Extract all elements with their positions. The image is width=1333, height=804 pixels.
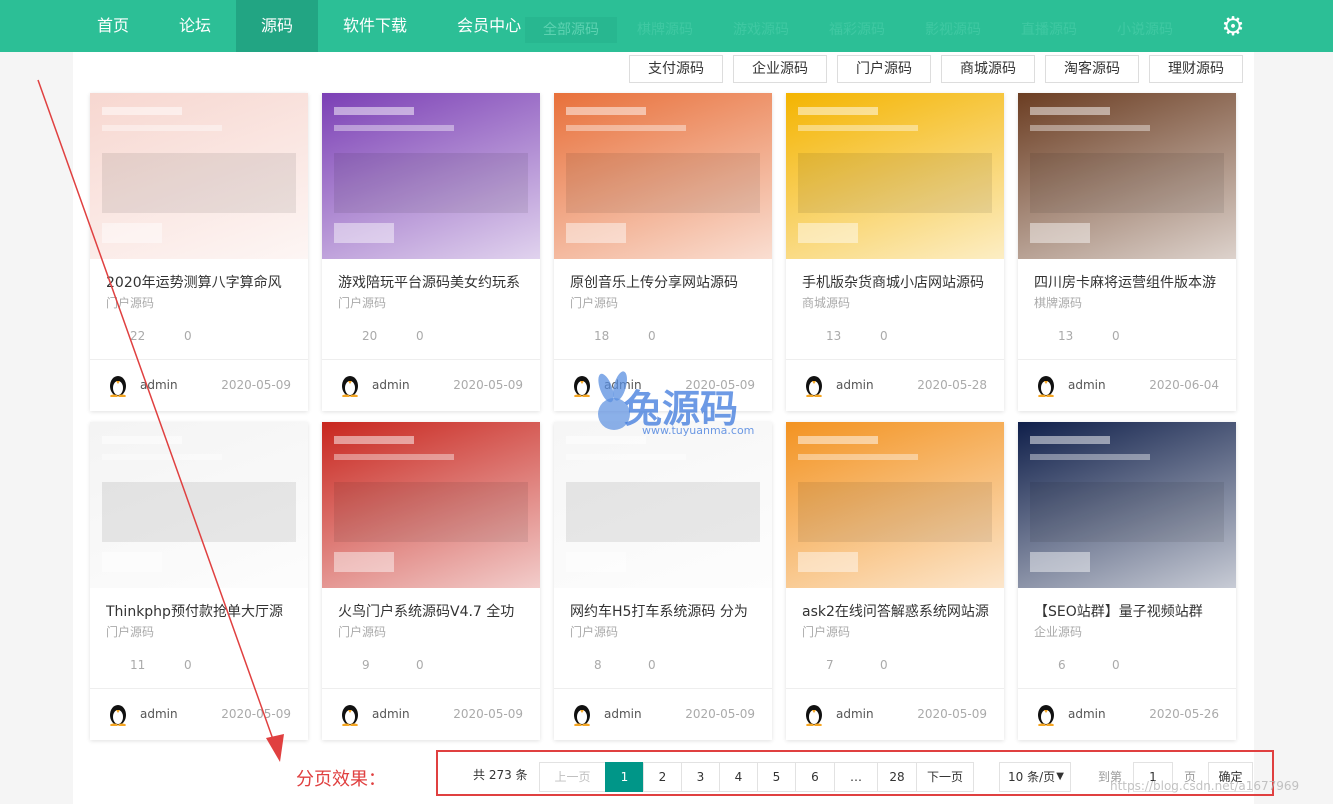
page-number-button[interactable]: 6 <box>795 762 835 792</box>
page-ellipsis: … <box>834 762 878 792</box>
next-page-button[interactable]: 下一页 <box>916 762 974 792</box>
watermark-logo: 兔源码 www.tuyuanma.com <box>578 368 768 448</box>
watermark-blog-url: https://blog.csdn.net/a1677969 <box>1110 779 1300 793</box>
pagination-total: 共 273 条 <box>473 768 528 782</box>
prev-page-button[interactable]: 上一页 <box>539 762 606 792</box>
page-size-value: 10 条/页 <box>1008 770 1056 784</box>
page-number-button[interactable]: 2 <box>643 762 682 792</box>
page-number-button[interactable]: 28 <box>877 762 917 792</box>
page-number-button[interactable]: 1 <box>605 762 644 792</box>
page-size-select[interactable]: 10 条/页 ▼ <box>999 762 1071 792</box>
page-number-button[interactable]: 4 <box>719 762 758 792</box>
page-number-button[interactable]: 5 <box>757 762 796 792</box>
dropdown-arrow-icon: ▼ <box>1056 771 1064 782</box>
watermark-url-text: www.tuyuanma.com <box>642 424 755 437</box>
page-number-button[interactable]: 3 <box>681 762 720 792</box>
annotation-label: 分页效果： <box>296 769 386 790</box>
